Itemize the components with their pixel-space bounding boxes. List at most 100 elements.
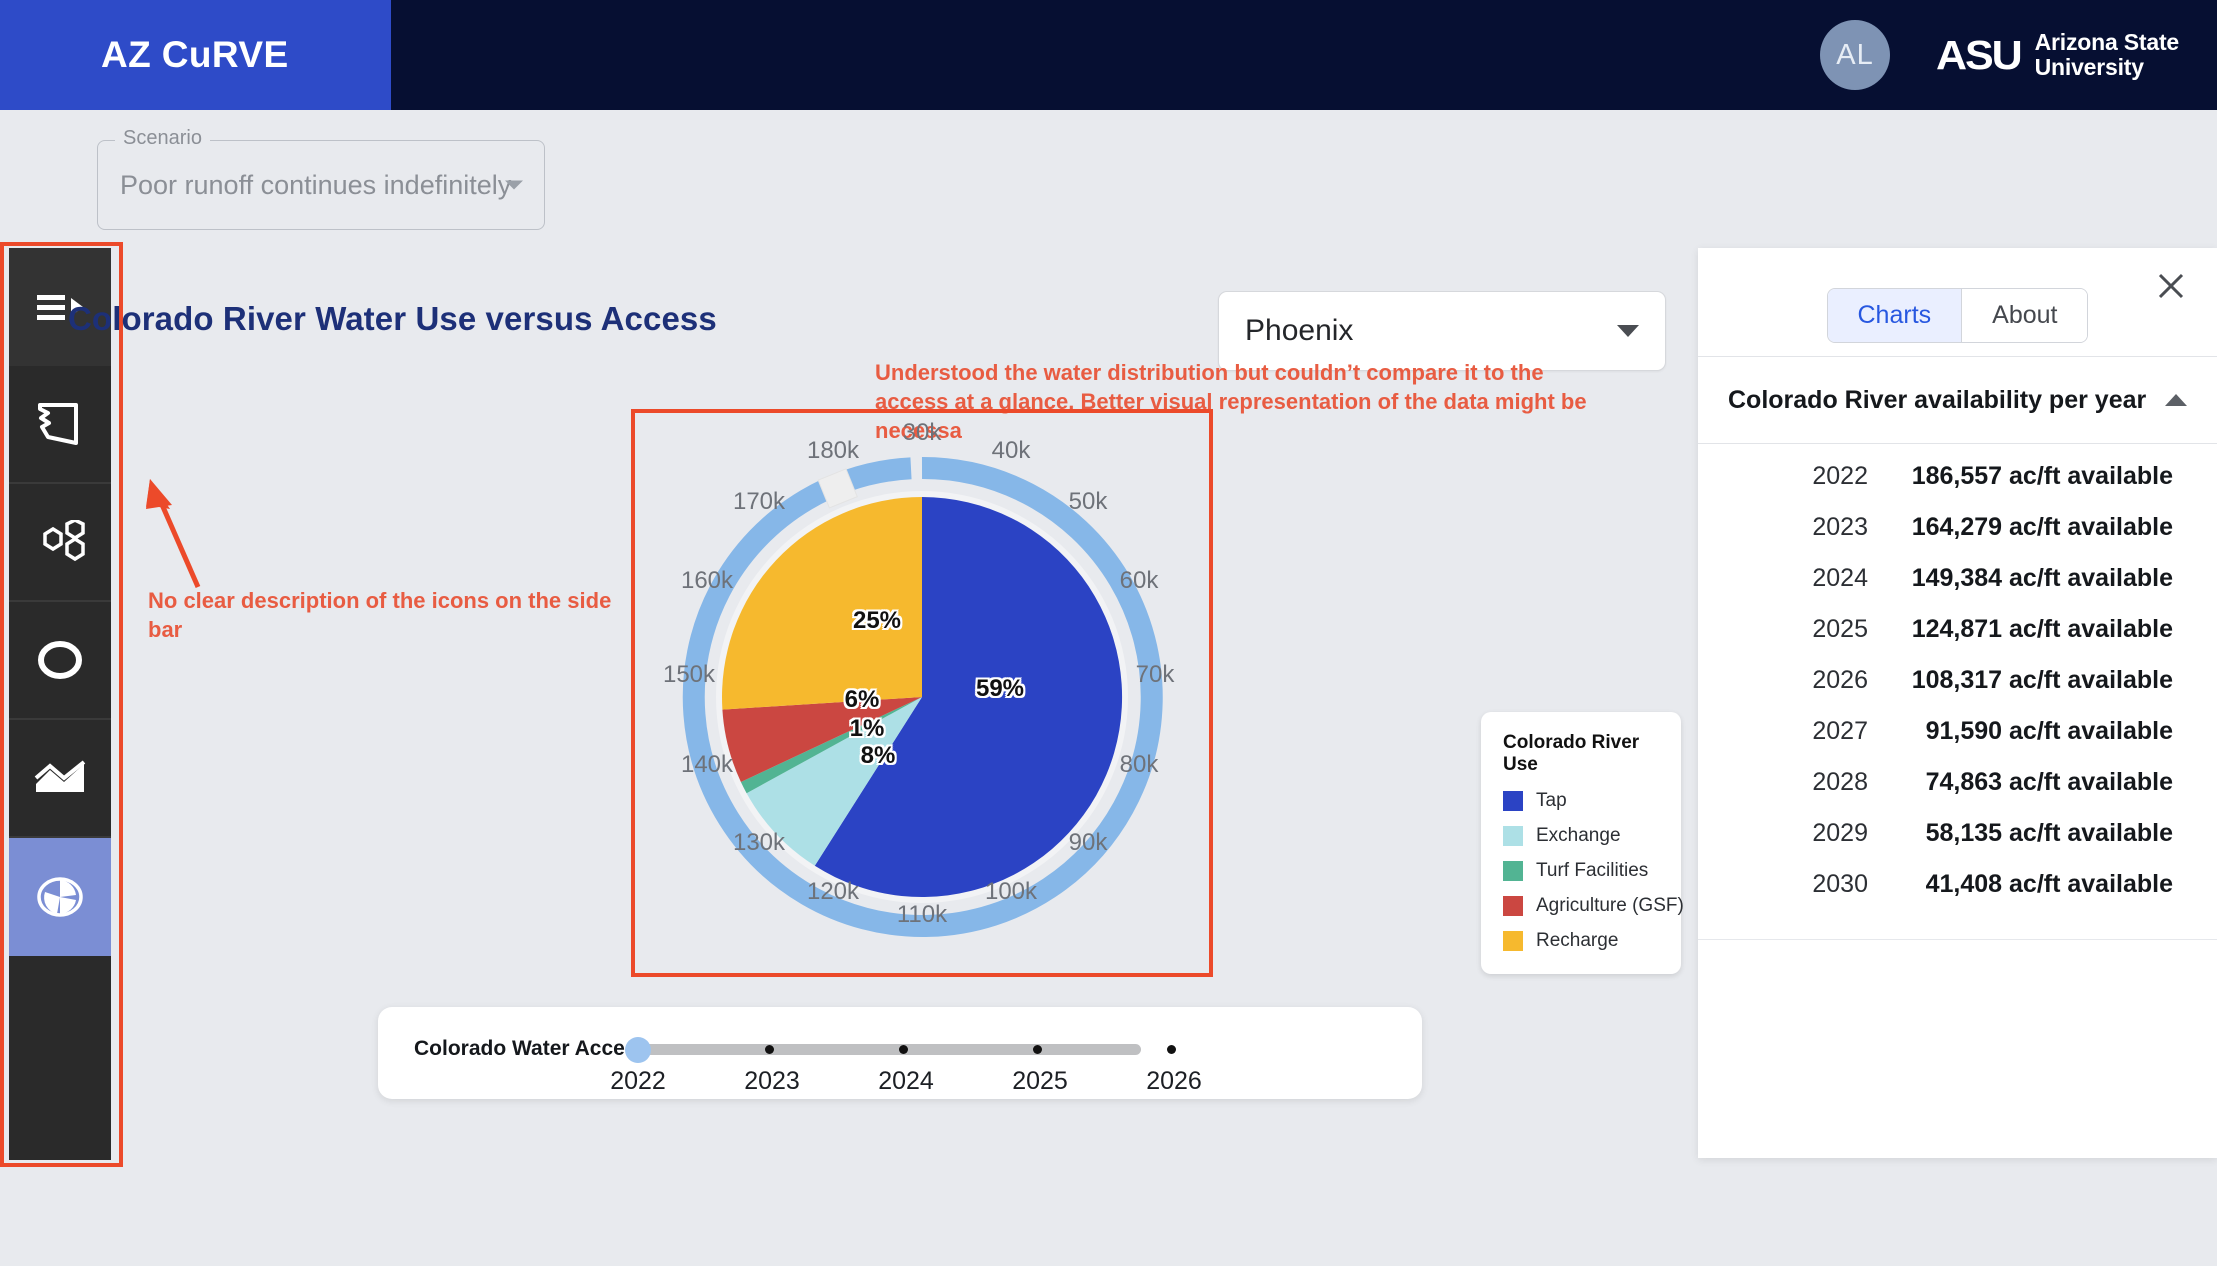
sidebar bbox=[9, 248, 111, 1160]
availability-year: 2029 bbox=[1812, 819, 1868, 847]
tab-about[interactable]: About bbox=[1962, 289, 2088, 342]
pie-label-turf: 1% bbox=[849, 715, 885, 742]
pie-label-recharge: 25% bbox=[852, 607, 902, 634]
city-select-value: Phoenix bbox=[1245, 314, 1354, 347]
availability-value: 58,135 ac/ft available bbox=[1925, 819, 2173, 847]
asu-logo: ASU Arizona State University bbox=[1936, 29, 2180, 80]
brand-block[interactable]: AZ CuRVE bbox=[0, 0, 391, 110]
legend-label-recharge: Recharge bbox=[1536, 930, 1619, 951]
chevron-down-icon[interactable] bbox=[1617, 325, 1639, 337]
availability-section-header[interactable]: Colorado River availability per year bbox=[1698, 356, 2217, 444]
availability-value: 124,871 ac/ft available bbox=[1911, 615, 2173, 643]
list-item: 2028 74,863 ac/ft available bbox=[1698, 768, 2217, 819]
slider-mark-2024[interactable] bbox=[899, 1045, 908, 1054]
list-divider bbox=[1698, 939, 2217, 940]
scenario-select[interactable]: Poor runoff continues indefinitely Scena… bbox=[97, 127, 545, 230]
gauge-tick-30k: 30k bbox=[902, 419, 942, 446]
availability-year: 2022 bbox=[1812, 462, 1868, 490]
availability-value: 108,317 ac/ft available bbox=[1911, 666, 2173, 694]
slider-tick-2026: 2026 bbox=[1146, 1067, 1202, 1095]
availability-section-title: Colorado River availability per year bbox=[1728, 385, 2147, 414]
page-title: Colorado River Water Use versus Access bbox=[68, 300, 717, 337]
app-root: AZ CuRVE AL ASU Arizona State University… bbox=[0, 0, 2217, 1266]
availability-year: 2023 bbox=[1812, 513, 1868, 541]
gauge-tick-90k: 90k bbox=[1068, 829, 1108, 856]
hexagon-cluster-icon bbox=[43, 520, 85, 562]
chevron-down-icon[interactable] bbox=[505, 180, 523, 190]
annotation-arrow-icon bbox=[146, 479, 201, 589]
slider-thumb[interactable] bbox=[625, 1037, 651, 1063]
right-panel-tabs: Charts About bbox=[1826, 288, 2089, 343]
legend-swatch-agriculture bbox=[1503, 896, 1523, 916]
tab-charts[interactable]: Charts bbox=[1827, 289, 1963, 342]
pie-label-agriculture: 6% bbox=[844, 686, 880, 713]
pie-label-exchange: 8% bbox=[860, 742, 896, 769]
gauge-tick-160k: 160k bbox=[680, 567, 734, 594]
legend-label-exchange: Exchange bbox=[1536, 825, 1621, 846]
gauge-tick-100k: 100k bbox=[984, 878, 1038, 905]
slider-label: Colorado Water Access bbox=[414, 1037, 649, 1060]
scenario-field[interactable]: Poor runoff continues indefinitely bbox=[97, 140, 545, 230]
legend-swatch-turf bbox=[1503, 861, 1523, 881]
availability-year: 2026 bbox=[1812, 666, 1868, 694]
sidebar-item-ring[interactable] bbox=[9, 602, 111, 720]
legend-item-tap[interactable]: Tap bbox=[1503, 790, 1659, 812]
gauge-tick-170k: 170k bbox=[732, 488, 786, 515]
sidebar-filler bbox=[9, 956, 111, 1160]
slider-mark-2026[interactable] bbox=[1167, 1045, 1176, 1054]
close-icon[interactable] bbox=[2153, 268, 2189, 304]
availability-year: 2025 bbox=[1812, 615, 1868, 643]
availability-list: 2022 186,557 ac/ft available 2023 164,27… bbox=[1698, 444, 2217, 940]
legend-item-turf-facilities[interactable]: Turf Facilities bbox=[1503, 860, 1659, 882]
avatar[interactable]: AL bbox=[1820, 20, 1891, 90]
slider-tick-2023: 2023 bbox=[744, 1067, 800, 1095]
asu-line-1: Arizona State bbox=[2034, 29, 2180, 56]
ring-icon bbox=[38, 641, 82, 679]
list-item: 2022 186,557 ac/ft available bbox=[1698, 462, 2217, 513]
top-bar: AZ CuRVE AL ASU Arizona State University bbox=[0, 0, 2217, 110]
annotation-sidebar-note: No clear description of the icons on the… bbox=[148, 588, 612, 643]
legend-swatch-recharge bbox=[1503, 931, 1523, 951]
availability-value: 91,590 ac/ft available bbox=[1925, 717, 2173, 745]
legend-swatch-tap bbox=[1503, 791, 1523, 811]
legend-label-tap: Tap bbox=[1536, 790, 1567, 811]
pie-label-tap: 59% bbox=[975, 675, 1025, 702]
gauge-tick-110k: 110k bbox=[896, 901, 948, 928]
pie-chart-figure: 30k 40k 50k 60k 70k 80k 90k 100k 110k 12… bbox=[631, 409, 1213, 977]
scenario-legend-label: Scenario bbox=[115, 127, 210, 150]
gauge-tick-80k: 80k bbox=[1119, 751, 1159, 778]
sidebar-item-arizona-map[interactable] bbox=[9, 366, 111, 484]
gauge-tick-40k: 40k bbox=[991, 437, 1031, 464]
sidebar-item-area-chart[interactable] bbox=[9, 720, 111, 838]
gauge-tick-140k: 140k bbox=[680, 751, 734, 778]
arizona-outline-icon bbox=[38, 403, 78, 445]
asu-line-2: University bbox=[2034, 54, 2144, 80]
legend-swatch-exchange bbox=[1503, 826, 1523, 846]
slider-mark-2023[interactable] bbox=[765, 1045, 774, 1054]
gauge-tick-150k: 150k bbox=[662, 661, 716, 688]
asu-mark-icon: ASU bbox=[1936, 31, 2023, 78]
list-item: 2024 149,384 ac/ft available bbox=[1698, 564, 2217, 615]
legend-label-turf: Turf Facilities bbox=[1536, 860, 1649, 881]
list-item: 2029 58,135 ac/ft available bbox=[1698, 819, 2217, 870]
brand-title: AZ CuRVE bbox=[101, 34, 289, 75]
list-item: 2025 124,871 ac/ft available bbox=[1698, 615, 2217, 666]
slider-mark-2025[interactable] bbox=[1033, 1045, 1042, 1054]
gauge-tick-70k: 70k bbox=[1135, 661, 1175, 688]
chart-legend: Colorado River Use Tap Exchange Turf Fac… bbox=[1481, 712, 1684, 974]
list-item: 2027 91,590 ac/ft available bbox=[1698, 717, 2217, 768]
slider-track[interactable] bbox=[631, 1044, 1141, 1055]
legend-item-recharge[interactable]: Recharge bbox=[1503, 930, 1659, 952]
sidebar-item-pie-chart[interactable] bbox=[9, 838, 111, 956]
list-item: 2026 108,317 ac/ft available bbox=[1698, 666, 2217, 717]
availability-value: 41,408 ac/ft available bbox=[1925, 870, 2173, 898]
pie-chart-svg bbox=[682, 456, 1163, 937]
slider-tick-2025: 2025 bbox=[1012, 1067, 1068, 1095]
legend-item-agriculture[interactable]: Agriculture (GSF) bbox=[1503, 895, 1684, 917]
chevron-up-icon[interactable] bbox=[2165, 394, 2187, 406]
list-item: 2030 41,408 ac/ft available bbox=[1698, 870, 2217, 921]
sidebar-item-hexagon-cluster[interactable] bbox=[9, 484, 111, 602]
scenario-value: Poor runoff continues indefinitely bbox=[120, 169, 512, 200]
legend-item-exchange[interactable]: Exchange bbox=[1503, 825, 1659, 847]
availability-value: 186,557 ac/ft available bbox=[1911, 462, 2173, 490]
